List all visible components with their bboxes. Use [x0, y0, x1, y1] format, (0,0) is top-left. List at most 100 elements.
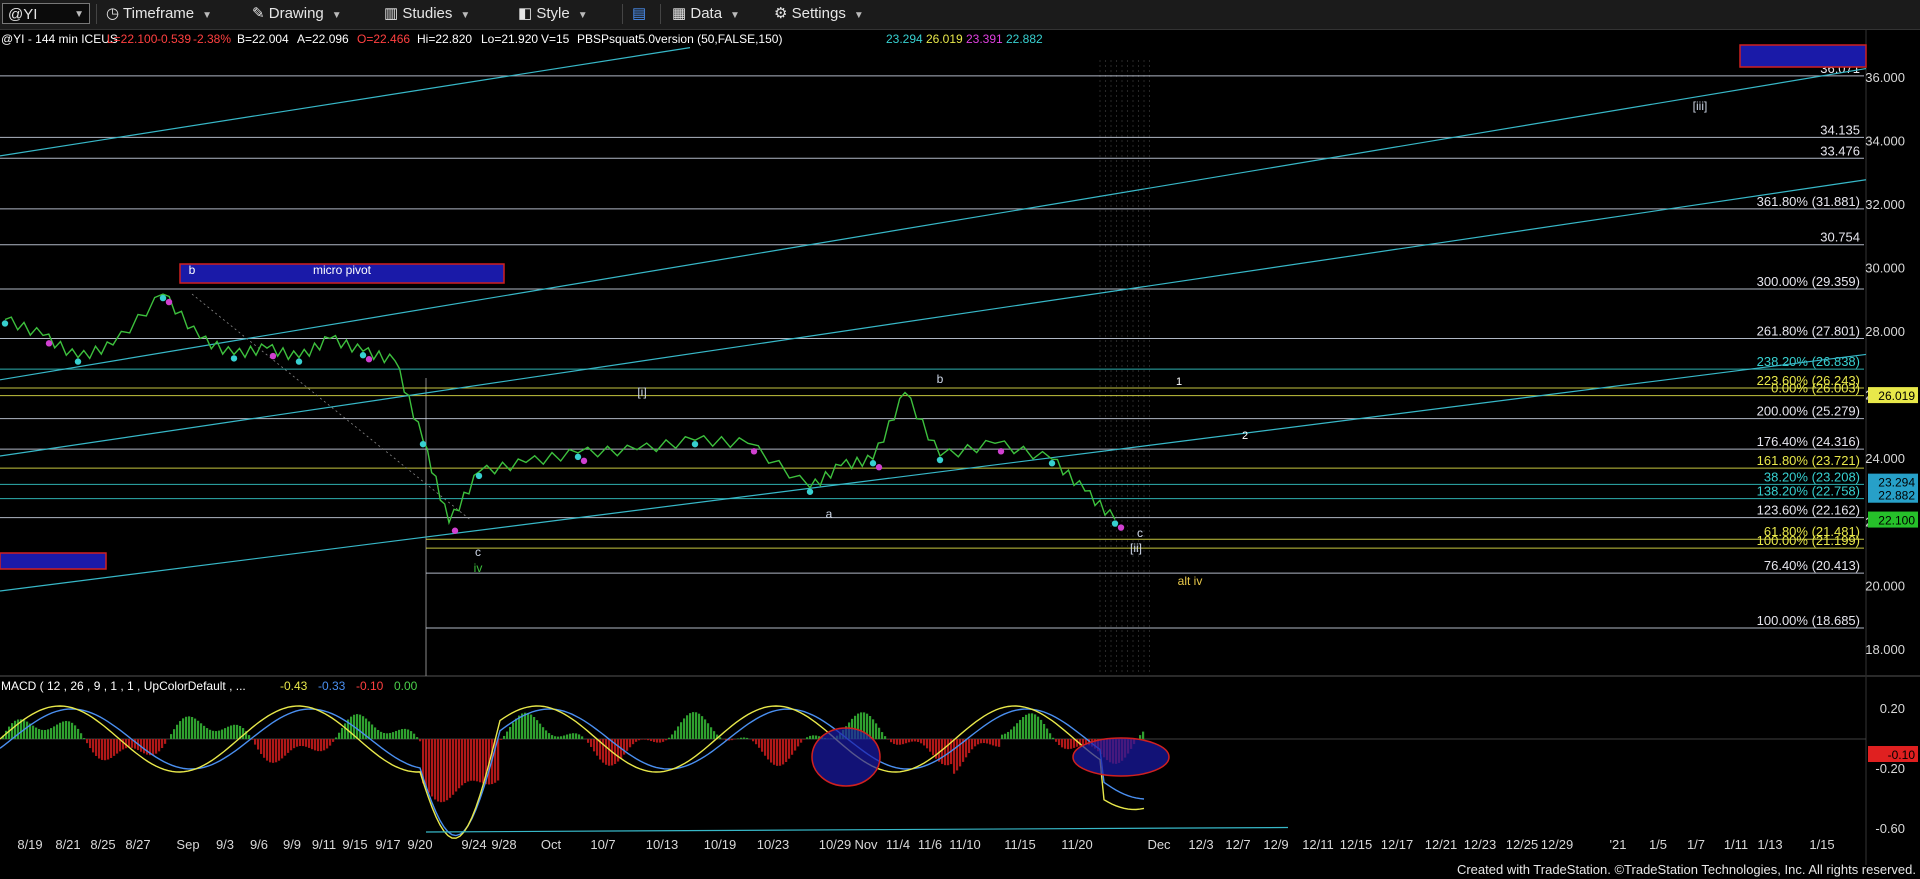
macd-histogram-bar	[779, 739, 782, 766]
macd-histogram-bar	[977, 739, 980, 745]
macd-histogram-bar	[524, 712, 527, 739]
x-tick-label: 11/6	[918, 837, 942, 852]
macd-histogram-bar	[773, 739, 776, 765]
macd-histogram-bar	[503, 735, 506, 739]
macd-histogram-bar	[551, 735, 554, 739]
macd-histogram-bar	[998, 739, 1001, 747]
macd-histogram-bar	[41, 729, 44, 739]
macd-histogram-bar	[8, 726, 11, 739]
macd-histogram-bar	[164, 739, 167, 744]
macd-histogram-bar	[755, 739, 758, 745]
macd-histogram-bar	[986, 739, 989, 744]
macd-histogram-bar	[368, 721, 371, 739]
macd-histogram-bar	[1067, 739, 1070, 750]
macd-histogram-bar	[257, 739, 260, 750]
macd-histogram-bar	[419, 739, 422, 742]
macd-histogram-bar	[674, 730, 677, 739]
macd-histogram-bar	[893, 739, 896, 744]
signal-dot	[359, 352, 367, 359]
macd-histogram-bar	[389, 732, 392, 739]
macd-histogram-bar	[299, 739, 302, 747]
macd-histogram-bar	[677, 726, 680, 739]
macd-histogram-bar	[170, 734, 173, 739]
macd-histogram-bar	[410, 731, 413, 739]
signal-dot	[365, 356, 373, 363]
macd-histogram-bar	[1082, 739, 1085, 745]
signal-dot	[750, 448, 758, 455]
macd-histogram-bar	[662, 739, 665, 742]
price-chart[interactable]: @YI - 144 min ICEUSL=22.100 -0.539 -2.38% B…	[0, 0, 1920, 879]
macd-histogram-bar	[641, 739, 644, 740]
macd-histogram-bar	[437, 739, 440, 802]
x-tick-label: Oct	[541, 837, 562, 852]
macd-histogram-bar	[974, 739, 977, 747]
macd-histogram-bar	[884, 736, 887, 739]
macd-histogram-bar	[752, 739, 755, 742]
macd-histogram-bar	[686, 715, 689, 739]
x-tick-label: 8/21	[55, 837, 80, 852]
y-tick-label: 34.000	[1865, 134, 1905, 149]
signal-dot	[997, 448, 1005, 455]
macd-histogram-bar	[512, 722, 515, 739]
macd-histogram-bar	[956, 739, 959, 771]
macd-label: MACD ( 12 , 26 , 9 , 1 , 1 , UpColorDefa…	[1, 679, 246, 693]
macd-histogram-bar	[1022, 717, 1025, 739]
macd-histogram-bar	[338, 732, 341, 739]
x-tick-label: 1/11	[1724, 837, 1748, 852]
signal-dot	[165, 298, 173, 306]
macd-histogram-bar	[509, 726, 512, 739]
macd-histogram-bar	[983, 739, 986, 744]
macd-histogram-bar	[470, 739, 473, 781]
macd-histogram-bar	[1064, 739, 1067, 749]
macd-histogram-bar	[536, 720, 539, 739]
macd-histogram-bar	[248, 735, 251, 739]
macd-histogram-bar	[695, 712, 698, 739]
macd-histogram-bar	[278, 739, 281, 761]
macd-histogram-bar	[878, 727, 881, 739]
macd-value: -0.43	[280, 679, 308, 693]
macd-histogram-bar	[269, 739, 272, 763]
wave-label-iii: [iii]	[1693, 99, 1708, 113]
macd-histogram-bar	[161, 739, 164, 749]
header-field: @YI - 144 min ICEUS	[1, 32, 118, 46]
macd-histogram-bar	[545, 730, 548, 739]
price-series-line	[4, 293, 1116, 526]
macd-histogram-bar	[629, 739, 632, 748]
x-tick-label: 1/5	[1649, 837, 1667, 852]
macd-histogram-bar	[242, 728, 245, 739]
macd-histogram-bar	[380, 731, 383, 739]
macd-histogram-bar	[275, 739, 278, 763]
macd-histogram-bar	[794, 739, 797, 751]
macd-histogram-bar	[80, 733, 83, 739]
macd-histogram-bar	[944, 739, 947, 766]
macd-histogram-bar	[581, 736, 584, 739]
macd-histogram-bar	[92, 739, 95, 753]
macd-histogram-bar	[758, 739, 761, 748]
macd-histogram-bar	[335, 737, 338, 739]
macd-histogram-bar	[1139, 735, 1142, 739]
study-value: 26.019	[926, 32, 963, 46]
macd-histogram-bar	[761, 739, 764, 752]
macd-histogram-bar	[731, 739, 734, 741]
fib-level-label: 34.135	[1820, 122, 1860, 137]
macd-histogram-bar	[431, 739, 434, 797]
macd-histogram-bar	[659, 739, 662, 743]
macd-histogram-bar	[593, 739, 596, 752]
fib-level-label: 76.40% (20.413)	[1764, 558, 1860, 573]
macd-histogram-bar	[908, 739, 911, 743]
macd-current-label: -0.10	[1888, 748, 1916, 762]
header-field: V=15	[541, 32, 570, 46]
macd-histogram-bar	[539, 723, 542, 739]
macd-histogram-bar	[281, 739, 284, 759]
macd-histogram-bar	[500, 739, 503, 740]
signal-dot	[45, 340, 53, 347]
macd-axis-label: -0.60	[1875, 821, 1905, 836]
wave-label-2: 2	[1242, 430, 1248, 442]
macd-histogram-bar	[1142, 731, 1145, 739]
fib-level-label: 200.00% (25.279)	[1757, 404, 1860, 419]
macd-histogram-bar	[215, 731, 218, 739]
macd-histogram-bar	[905, 739, 908, 744]
macd-histogram-bar	[875, 723, 878, 739]
macd-histogram-bar	[1037, 716, 1040, 739]
macd-histogram-bar	[920, 739, 923, 744]
